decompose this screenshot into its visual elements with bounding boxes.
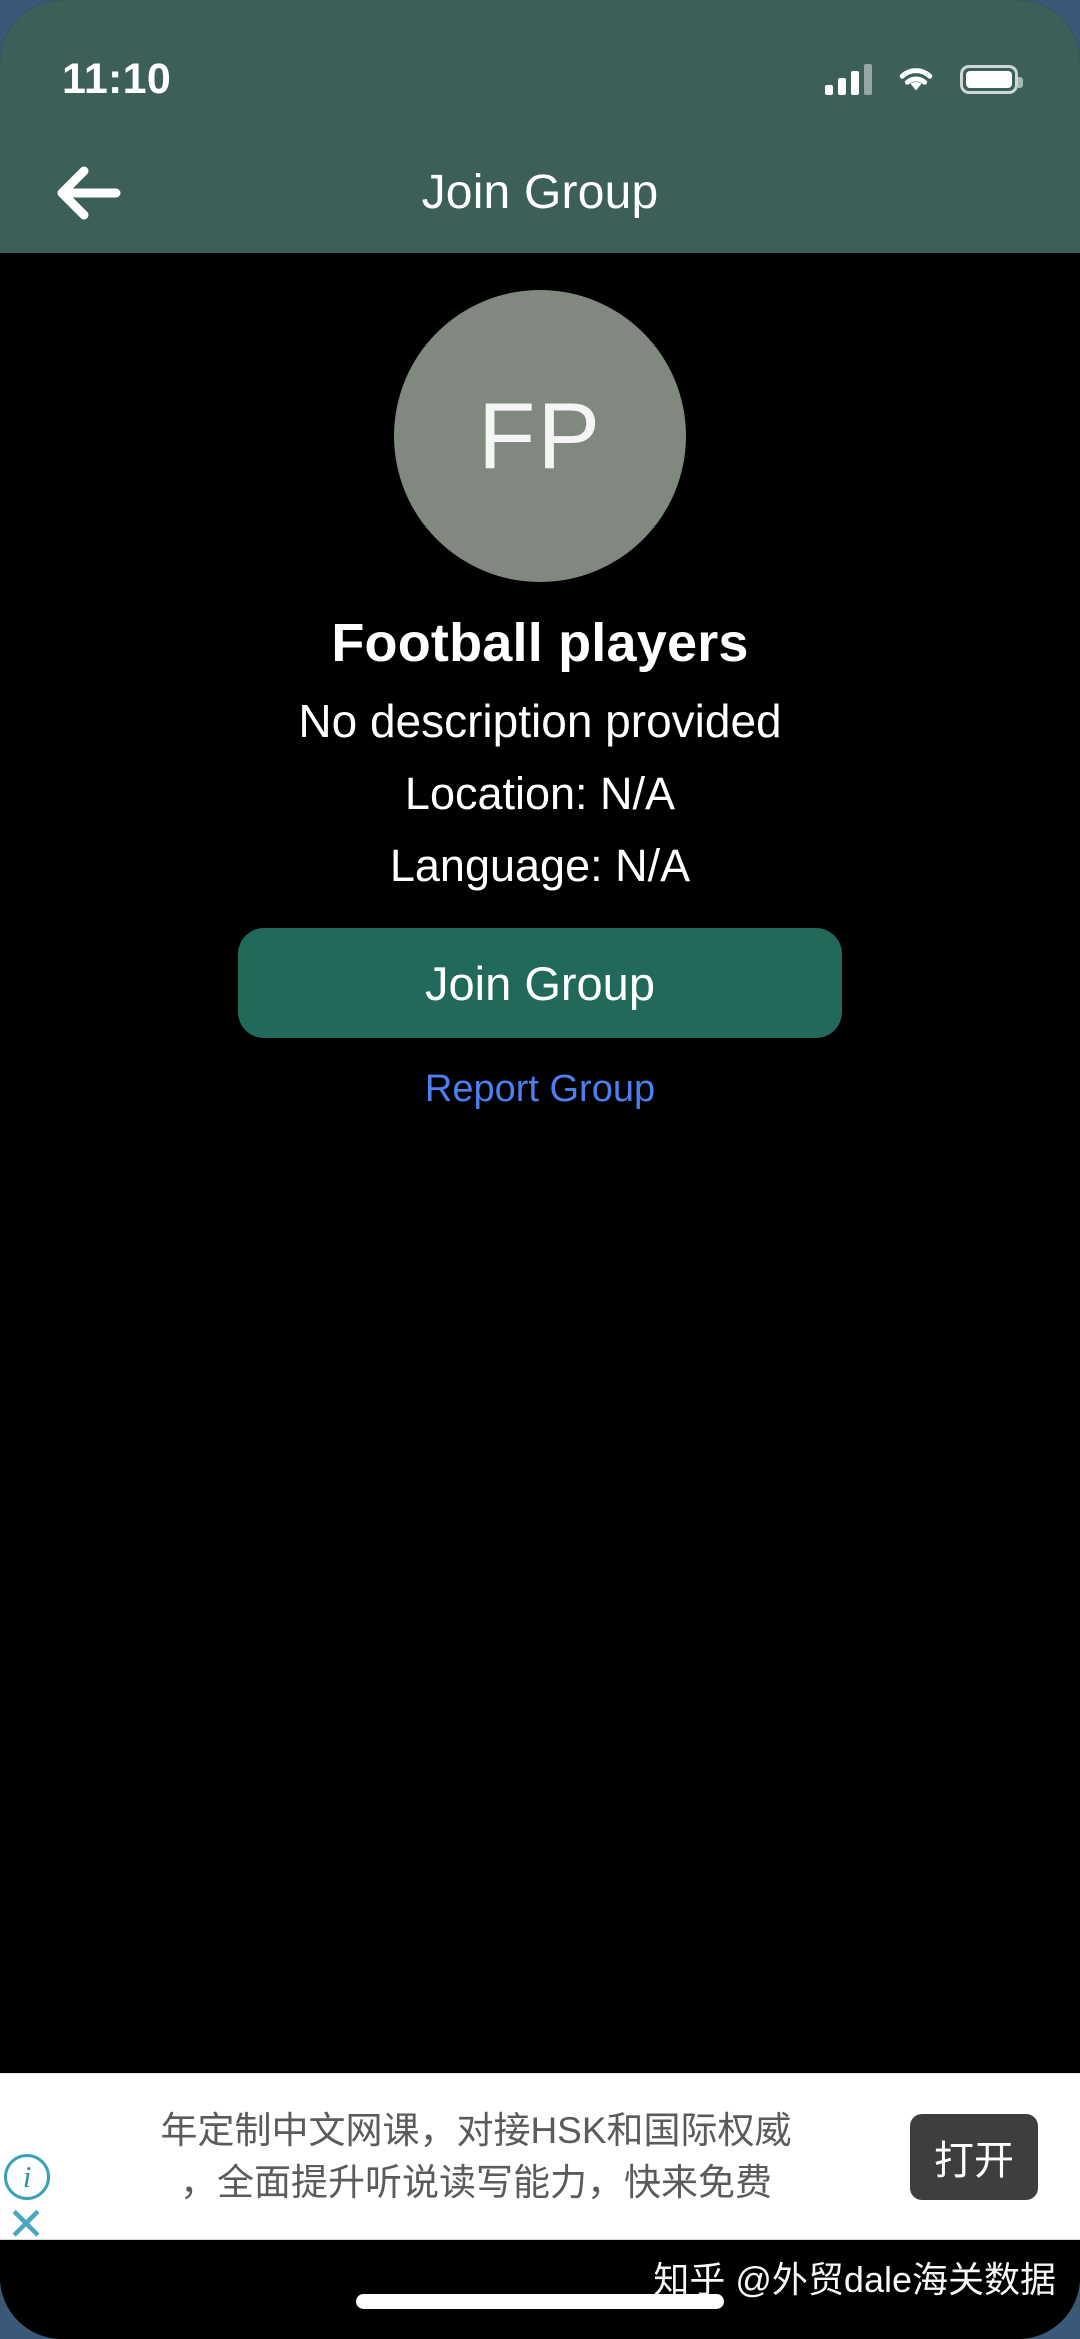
ad-text: 年定制中文网课，对接HSK和国际权威 ，全面提升听说读写能力，快来免费 <box>62 2105 910 2207</box>
info-circle-icon[interactable]: i <box>4 2154 50 2200</box>
close-x-icon[interactable]: ✕ <box>4 2201 48 2247</box>
ad-badge-column: i ✕ <box>0 2074 62 2247</box>
group-name: Football players <box>331 613 749 673</box>
back-button[interactable] <box>42 147 134 239</box>
status-bar: 11:10 <box>0 0 1080 132</box>
signal-bars-icon <box>825 63 872 95</box>
group-description: No description provided <box>298 695 782 747</box>
main-content: FP Football players No description provi… <box>0 253 1080 2339</box>
group-avatar: FP <box>394 290 686 582</box>
group-language: Language: N/A <box>389 840 691 891</box>
battery-full-icon <box>960 64 1023 94</box>
ad-text-line-2: ，全面提升听说读写能力，快来免费 <box>180 2161 772 2203</box>
phone-screen: 11:10 Join Group FP Football players No … <box>0 0 1080 2339</box>
wifi-icon <box>896 64 936 94</box>
status-clock: 11:10 <box>62 54 172 103</box>
avatar-initials: FP <box>477 383 603 488</box>
join-group-button[interactable]: Join Group <box>238 928 842 1038</box>
nav-header: Join Group <box>0 132 1080 253</box>
arrow-left-icon <box>57 166 121 219</box>
status-icon-group <box>825 63 1023 95</box>
ad-banner[interactable]: i ✕ 年定制中文网课，对接HSK和国际权威 ，全面提升听说读写能力，快来免费 … <box>0 2073 1080 2247</box>
ad-text-line-1: 年定制中文网课，对接HSK和国际权威 <box>160 2110 792 2152</box>
ad-open-button[interactable]: 打开 <box>910 2113 1038 2200</box>
report-group-link[interactable]: Report Group <box>425 1068 655 1111</box>
group-location: Location: N/A <box>404 768 676 819</box>
page-title: Join Group <box>421 166 659 219</box>
home-indicator[interactable] <box>356 2294 724 2309</box>
